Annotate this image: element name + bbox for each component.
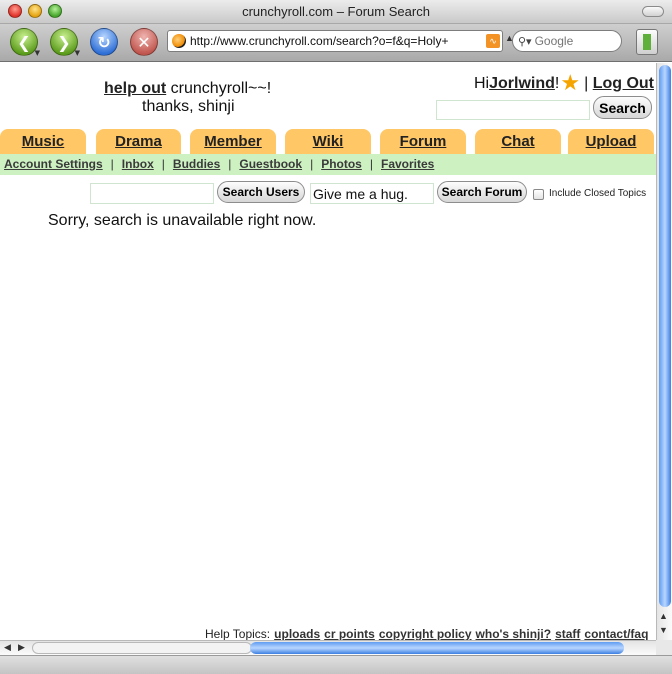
star-icon: ★	[560, 71, 581, 96]
search-forum-input[interactable]: Give me a hug.	[310, 183, 434, 204]
include-closed-checkbox[interactable]	[533, 189, 544, 200]
help-out-text: crunchyroll~~!	[166, 80, 272, 97]
site-favicon-icon	[172, 34, 186, 48]
search-unavailable-message: Sorry, search is unavailable right now.	[48, 212, 317, 229]
site-search-input[interactable]	[436, 100, 590, 120]
greeting-exclaim: !	[554, 75, 560, 92]
tab-label: Chat	[501, 133, 535, 150]
tab-drama[interactable]: Drama	[96, 129, 181, 154]
search-users-button[interactable]: Search Users	[217, 181, 305, 203]
subnav-inbox[interactable]: Inbox	[122, 157, 154, 171]
horizontal-scroll-track[interactable]	[32, 642, 252, 654]
tab-label: Member	[204, 133, 262, 150]
subnav-separator: |	[161, 157, 165, 171]
help-out-link[interactable]: help out	[104, 80, 166, 97]
dropdown-arrow-icon: ▼	[74, 49, 80, 57]
tab-music[interactable]: Music	[0, 129, 86, 154]
tab-label: Drama	[115, 133, 162, 150]
forward-button[interactable]: ❯ ▼	[50, 28, 80, 57]
help-link-copyright-policy[interactable]: copyright policy	[379, 627, 472, 640]
subnav-separator: |	[310, 157, 314, 171]
subnav-separator: |	[228, 157, 232, 171]
tab-chat[interactable]: Chat	[475, 129, 561, 154]
bookmark-icon	[643, 34, 651, 50]
address-bar[interactable]: http://www.crunchyroll.com/search?o=f&q=…	[167, 30, 503, 52]
username-link[interactable]: Jorlwind	[489, 75, 555, 93]
help-link-uploads[interactable]: uploads	[274, 627, 320, 640]
horizontal-scrollbar[interactable]: ◀ ▶	[0, 640, 656, 655]
subnav-buddies[interactable]: Buddies	[173, 157, 220, 171]
search-icon: ⚲▾	[518, 34, 532, 48]
search-forum-button[interactable]: Search Forum	[437, 181, 527, 203]
scroll-down-arrow-icon[interactable]: ▼	[659, 625, 668, 635]
right-arrow-icon: ❯	[57, 32, 71, 52]
scroll-up-arrow-icon[interactable]: ▲	[659, 611, 668, 621]
tab-member[interactable]: Member	[190, 129, 276, 154]
site-search-button[interactable]: Search	[593, 96, 652, 119]
toolbar-toggle-button[interactable]	[642, 6, 664, 17]
tab-upload[interactable]: Upload	[568, 129, 654, 154]
page-content: help out crunchyroll~~! thanks, shinji H…	[0, 63, 656, 640]
scroll-right-arrow-icon[interactable]: ▶	[18, 642, 25, 653]
logout-link[interactable]: Log Out	[593, 75, 654, 93]
back-button[interactable]: ❮ ▼	[10, 28, 40, 57]
tab-wiki[interactable]: Wiki	[285, 129, 371, 154]
include-closed-label: Include Closed Topics	[549, 188, 647, 199]
subnav-guestbook[interactable]: Guestbook	[239, 157, 302, 171]
rss-icon[interactable]: ∿	[486, 34, 500, 48]
tab-forum[interactable]: Forum	[380, 129, 466, 154]
subnav-separator: |	[110, 157, 114, 171]
search-users-input[interactable]	[90, 183, 214, 204]
greeting-text: Hi	[474, 75, 490, 92]
greeting-separator: |	[584, 75, 589, 92]
stop-icon: ✕	[137, 32, 151, 52]
subnav-favorites[interactable]: Favorites	[381, 157, 434, 171]
reload-icon: ↻	[97, 32, 111, 52]
subnav-separator: |	[369, 157, 373, 171]
subnav-photos[interactable]: Photos	[321, 157, 362, 171]
left-arrow-icon: ❮	[17, 32, 31, 52]
window-title: crunchyroll.com – Forum Search	[242, 4, 430, 19]
tab-label: Forum	[399, 133, 447, 150]
help-topics-footer: Help Topics: uploads cr points copyright po…	[205, 627, 648, 640]
help-link-staff[interactable]: staff	[555, 627, 580, 640]
browser-search-input[interactable]	[534, 34, 605, 48]
thanks-text: thanks, shinji	[142, 98, 235, 115]
scroll-corner	[656, 640, 672, 655]
help-topics-label: Help Topics:	[205, 627, 271, 640]
bookmarks-button[interactable]	[636, 29, 658, 55]
window-titlebar: crunchyroll.com – Forum Search	[0, 0, 672, 24]
browser-search-box[interactable]: ⚲▾	[512, 30, 622, 52]
subnav-account-settings[interactable]: Account Settings	[4, 157, 103, 171]
help-out-banner: help out crunchyroll~~!	[104, 80, 271, 98]
vertical-scrollbar[interactable]: ▲ ▼	[656, 63, 672, 640]
reload-button[interactable]: ↻	[90, 28, 118, 56]
horizontal-scroll-thumb[interactable]	[250, 642, 624, 654]
vertical-scroll-thumb[interactable]	[659, 65, 671, 607]
stop-button[interactable]: ✕	[130, 28, 158, 56]
tab-label: Music	[21, 133, 65, 150]
help-link-contact-faq[interactable]: contact/faq	[584, 627, 648, 640]
help-link-cr-points[interactable]: cr points	[324, 627, 375, 640]
dropdown-arrow-icon: ▼	[34, 49, 40, 57]
url-text[interactable]: http://www.crunchyroll.com/search?o=f&q=…	[190, 34, 486, 48]
account-subnav: Account Settings | Inbox | Buddies | Guestbook…	[0, 154, 656, 175]
main-tabs: Music Drama Member Wiki Forum Chat Uploa…	[0, 129, 656, 154]
browser-toolbar: ❮ ▼ ❯ ▼ ↻ ✕ http://www.crunchyroll.com/sea…	[0, 24, 672, 62]
user-greeting: Hi Jorlwind! ★ | Log Out	[474, 71, 654, 96]
help-link-whos-shinji[interactable]: who's shinji?	[476, 627, 552, 640]
tab-label: Wiki	[312, 133, 344, 150]
scroll-left-arrow-icon[interactable]: ◀	[4, 642, 11, 653]
status-bar	[0, 655, 672, 674]
tab-label: Upload	[585, 133, 637, 150]
